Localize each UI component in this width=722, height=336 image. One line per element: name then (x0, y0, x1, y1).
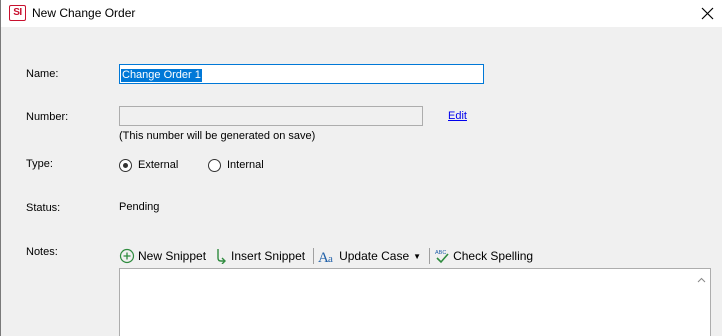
notes-textarea[interactable] (119, 268, 711, 336)
toolbar-separator (313, 248, 315, 264)
number-hint: (This number will be generated on save) (119, 130, 316, 142)
insert-snippet-label: Insert Snippet (231, 249, 306, 263)
chevron-up-icon (697, 277, 706, 283)
edit-number-link[interactable]: Edit (448, 110, 467, 122)
status-value: Pending (119, 201, 160, 213)
insert-arrow-icon (217, 249, 227, 264)
update-case-button[interactable]: A a Update Case ▼ (318, 248, 421, 264)
type-option-label: Internal (227, 159, 264, 171)
scroll-up-button[interactable] (693, 269, 710, 291)
insert-snippet-button[interactable]: Insert Snippet (214, 248, 305, 264)
svg-text:a: a (328, 253, 333, 264)
notes-toolbar: New Snippet Insert Snippet A a Update Ca… (119, 245, 722, 267)
check-spelling-label: Check Spelling (453, 249, 534, 263)
name-input-value: Change Order 1 (121, 69, 202, 82)
status-label: Status: (26, 202, 61, 214)
radio-selected-icon (119, 158, 132, 172)
toolbar-separator (429, 248, 431, 264)
text-case-icon: A a (318, 250, 333, 264)
type-option-label: External (138, 159, 179, 171)
svg-text:ABC: ABC (435, 250, 446, 256)
app-logo-icon: SI (9, 5, 26, 21)
update-case-label: Update Case (339, 249, 410, 263)
number-label: Number: (26, 111, 69, 123)
type-label: Type: (26, 158, 53, 170)
new-snippet-button[interactable]: New Snippet (119, 248, 206, 264)
number-input[interactable] (119, 106, 423, 126)
type-radio-external[interactable]: External (119, 157, 178, 173)
check-spelling-button[interactable]: ABC Check Spelling (434, 248, 533, 264)
window-title: New Change Order (32, 6, 136, 20)
type-radio-internal[interactable]: Internal (208, 157, 264, 173)
title-bar: SI New Change Order (1, 0, 722, 27)
name-label: Name: (26, 68, 59, 80)
spell-check-icon: ABC (435, 250, 449, 264)
close-icon (701, 7, 714, 20)
chevron-down-icon: ▼ (413, 251, 422, 261)
add-circle-icon (119, 248, 135, 264)
close-button[interactable] (694, 0, 722, 27)
dialog-window: SI New Change Order Name: Change Order 1… (0, 0, 722, 336)
new-snippet-label: New Snippet (138, 249, 207, 263)
radio-unselected-icon (208, 158, 221, 172)
notes-label: Notes: (26, 246, 58, 258)
name-input[interactable]: Change Order 1 (119, 64, 484, 84)
